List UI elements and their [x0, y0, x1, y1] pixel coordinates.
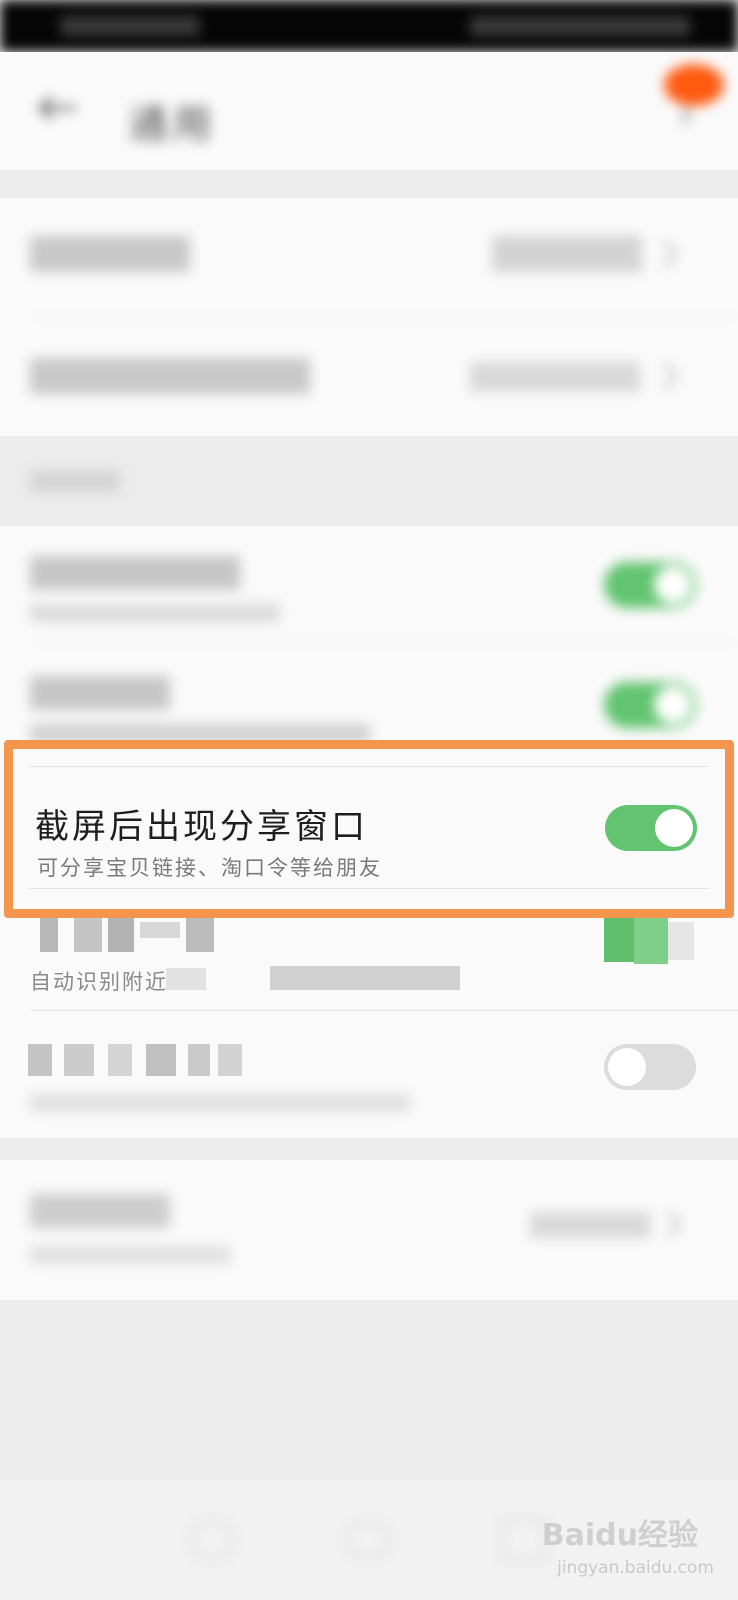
- divider: [30, 1010, 738, 1011]
- pixelated-label-block: [74, 918, 102, 952]
- chevron-right-icon: [662, 239, 679, 269]
- status-bar: [0, 0, 738, 52]
- toggle-knob: [608, 1048, 646, 1086]
- nav-recents-icon[interactable]: [502, 1518, 546, 1562]
- screenshot-share-subtitle: 可分享宝贝链接、淘口令等给朋友: [37, 856, 382, 880]
- screenshot-share-label: 截屏后出现分享窗口: [35, 807, 368, 847]
- toggle-row-1-subtitle: [30, 604, 280, 622]
- app-header: 通用: [0, 52, 738, 170]
- divider: [30, 316, 738, 317]
- pixelated-toggle-block[interactable]: [634, 916, 668, 964]
- back-arrow-icon[interactable]: [38, 94, 78, 122]
- status-right-icons: [470, 16, 690, 36]
- toggle-knob: [654, 566, 692, 604]
- divider: [29, 888, 709, 889]
- toggle-row-2-label: [30, 676, 170, 710]
- settings-card-general: [0, 198, 738, 436]
- watermark-url: jingyan.baidu.com: [557, 1558, 714, 1578]
- nav-home-icon[interactable]: [346, 1518, 390, 1562]
- toggle-row-1-switch[interactable]: [604, 562, 696, 608]
- setting-row-region-value: [492, 236, 642, 272]
- pixelated-subtitle-block: [270, 966, 460, 990]
- divider: [30, 642, 738, 643]
- section-header: [0, 436, 738, 526]
- toggle-knob: [654, 686, 692, 724]
- setting-row-video-label[interactable]: [30, 358, 310, 394]
- cache-row-subtitle: [30, 1246, 230, 1264]
- highlighted-setting-screenshot-share: 截屏后出现分享窗口 可分享宝贝链接、淘口令等给朋友: [4, 740, 734, 918]
- divider: [29, 766, 709, 767]
- pixelated-label-block: [108, 918, 134, 952]
- settings-card-cache: [0, 1160, 738, 1300]
- pixelated-label-block: [40, 918, 58, 952]
- toggle-row-location-switch[interactable]: [604, 1044, 696, 1090]
- screenshot-share-toggle[interactable]: [605, 805, 697, 851]
- toggle-row-pixelated-subtitle: 自动识别附近: [30, 970, 168, 994]
- pixelated-label-block: [140, 922, 180, 938]
- chevron-right-icon: [662, 361, 679, 391]
- toggle-row-pixelated: 自动识别附近: [0, 908, 738, 1014]
- toggle-row-2-switch[interactable]: [604, 682, 696, 728]
- pixelated-subtitle-block: [166, 968, 206, 990]
- pixelated-label-block: [186, 918, 214, 952]
- cache-row-label[interactable]: [30, 1194, 170, 1228]
- status-left-info: [60, 16, 200, 36]
- cache-row-value: [530, 1212, 650, 1238]
- toggle-row-location: [0, 1022, 738, 1130]
- page-title: 通用: [128, 102, 216, 148]
- toggle-row-location-subtitle: [30, 1094, 410, 1112]
- notification-dot: [664, 64, 724, 106]
- pixelated-toggle-block[interactable]: [604, 918, 634, 962]
- nav-back-icon[interactable]: [190, 1518, 234, 1562]
- setting-row-video-value: [470, 362, 640, 392]
- watermark-logo: Baidu经验: [541, 1518, 698, 1553]
- toggle-knob: [655, 809, 693, 847]
- toggle-row-1-label: [30, 556, 240, 590]
- chevron-right-icon: [666, 1209, 683, 1239]
- section-title: [30, 470, 120, 492]
- setting-row-region-label[interactable]: [30, 236, 190, 272]
- pixelated-toggle-block[interactable]: [668, 922, 694, 960]
